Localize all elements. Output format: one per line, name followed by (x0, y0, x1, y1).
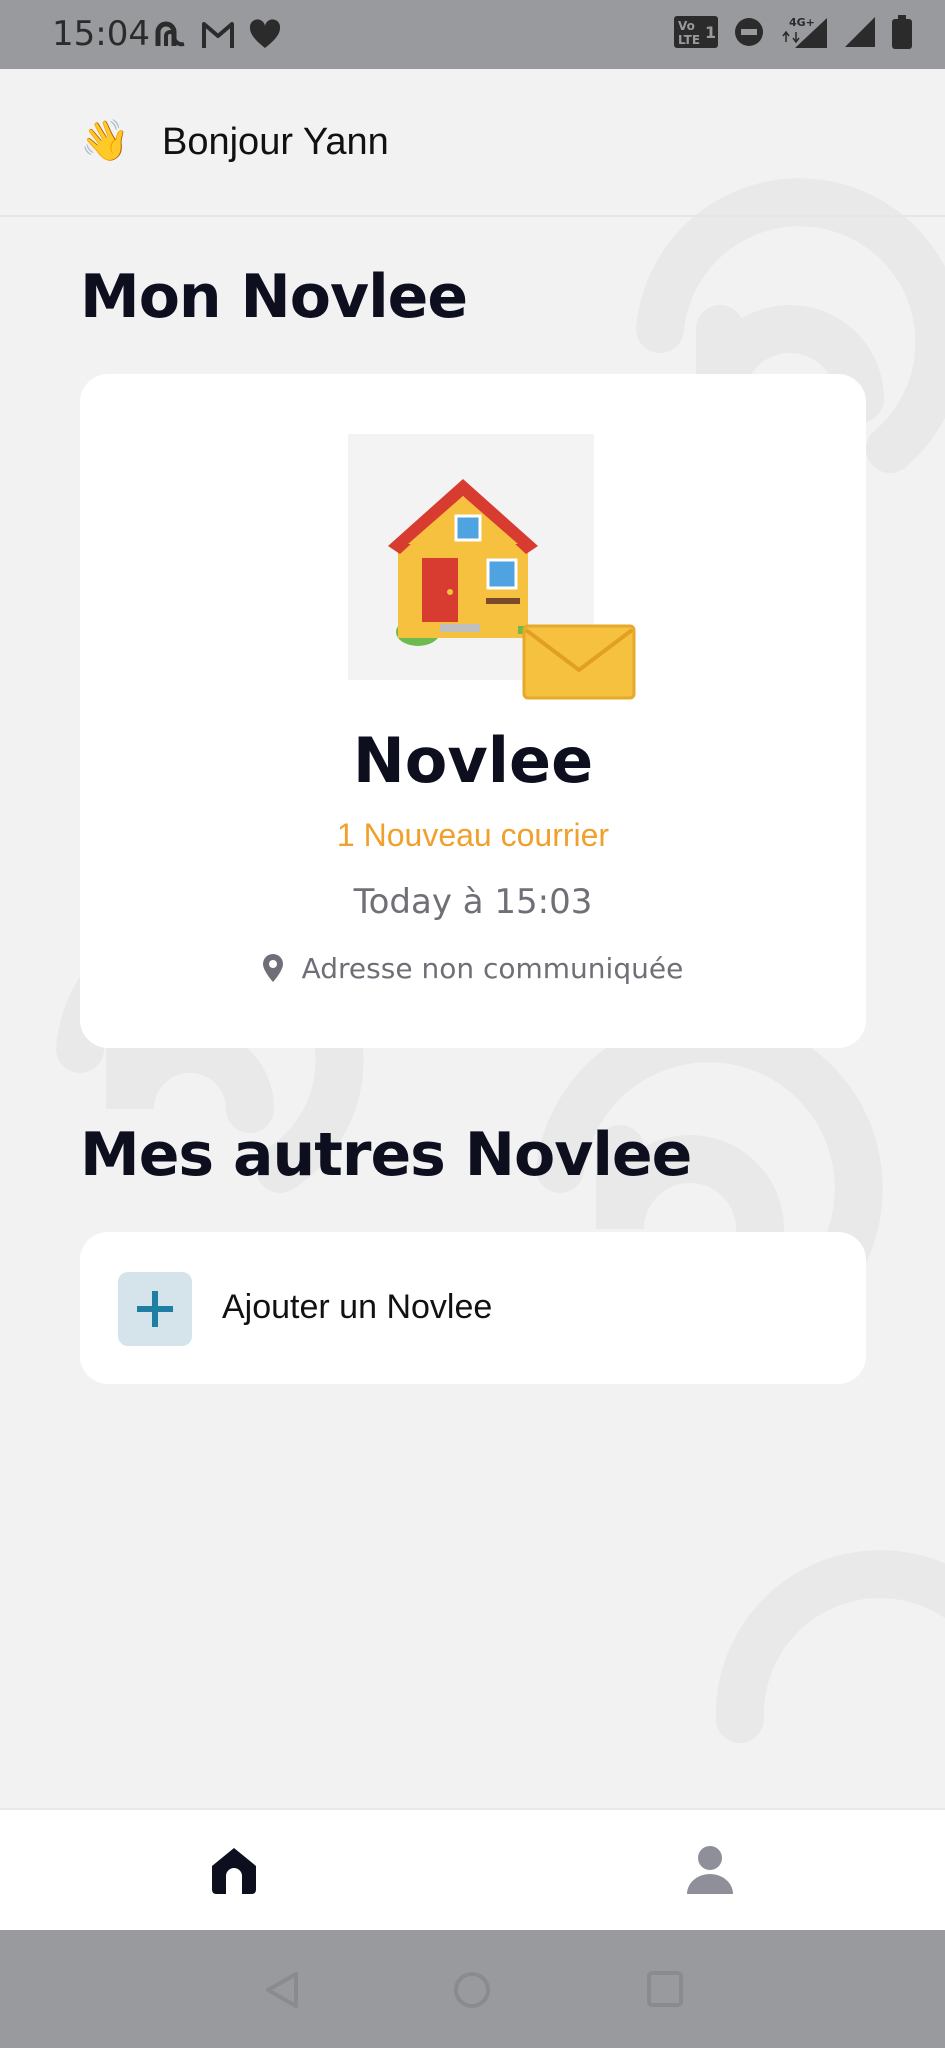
nfc-app-icon (155, 21, 185, 47)
bottom-navigation (0, 1808, 945, 1930)
signal-4g-icon: 4G+ (782, 16, 827, 48)
system-status-icons: Vo LTE 1 4G+ (673, 14, 913, 50)
address-line: Adresse non communiquée (80, 952, 866, 985)
system-navigation-bar (0, 1930, 945, 2048)
status-time: 15:04 (52, 14, 150, 54)
novlee-card[interactable]: Novlee 1 Nouveau courrier Today à 15:03 … (80, 374, 866, 1048)
greeting-text: Bonjour Yann (162, 121, 389, 164)
svg-text:1: 1 (705, 23, 716, 42)
add-novlee-button[interactable] (118, 1272, 192, 1346)
signal-icon (845, 17, 875, 47)
novlee-illustration (348, 434, 636, 700)
do-not-disturb-icon (735, 18, 763, 46)
battery-icon (892, 15, 912, 49)
greeting-header: 👋 Bonjour Yann (0, 69, 945, 217)
user-name: Yann (302, 121, 389, 163)
section-title-main: Mon Novlee (80, 262, 468, 332)
new-mail-count: 1 Nouveau courrier (336, 817, 610, 853)
address-text: Adresse non communiquée (301, 952, 684, 985)
last-mail-date: Today à 15:03 (353, 882, 593, 922)
heart-icon (249, 19, 281, 48)
novlee-name: Novlee (352, 724, 594, 797)
add-novlee-card[interactable]: Ajouter un Novlee (80, 1232, 866, 1384)
location-pin-icon (262, 954, 283, 982)
section-title-others: Mes autres Novlee (80, 1120, 692, 1190)
svg-text:4G+: 4G+ (789, 16, 815, 29)
notification-icons (152, 18, 282, 52)
plus-icon (137, 1291, 173, 1327)
svg-text:LTE: LTE (678, 33, 700, 47)
status-bar: 15:04 Vo LTE 1 4G+ (0, 0, 945, 69)
recents-icon[interactable] (646, 1970, 684, 2008)
waving-hand-icon: 👋 (80, 119, 130, 163)
home-circle-icon[interactable] (452, 1970, 492, 2010)
back-icon[interactable] (264, 1970, 300, 2010)
svg-text:Vo: Vo (678, 19, 695, 33)
add-novlee-label[interactable]: Ajouter un Novlee (222, 1288, 492, 1327)
gmail-icon (202, 22, 234, 48)
home-icon[interactable] (208, 1844, 260, 1896)
profile-icon[interactable] (684, 1844, 736, 1896)
house-with-envelope-icon (388, 479, 636, 700)
volte-icon: Vo LTE 1 (674, 16, 718, 48)
greeting-prefix: Bonjour (162, 121, 293, 163)
